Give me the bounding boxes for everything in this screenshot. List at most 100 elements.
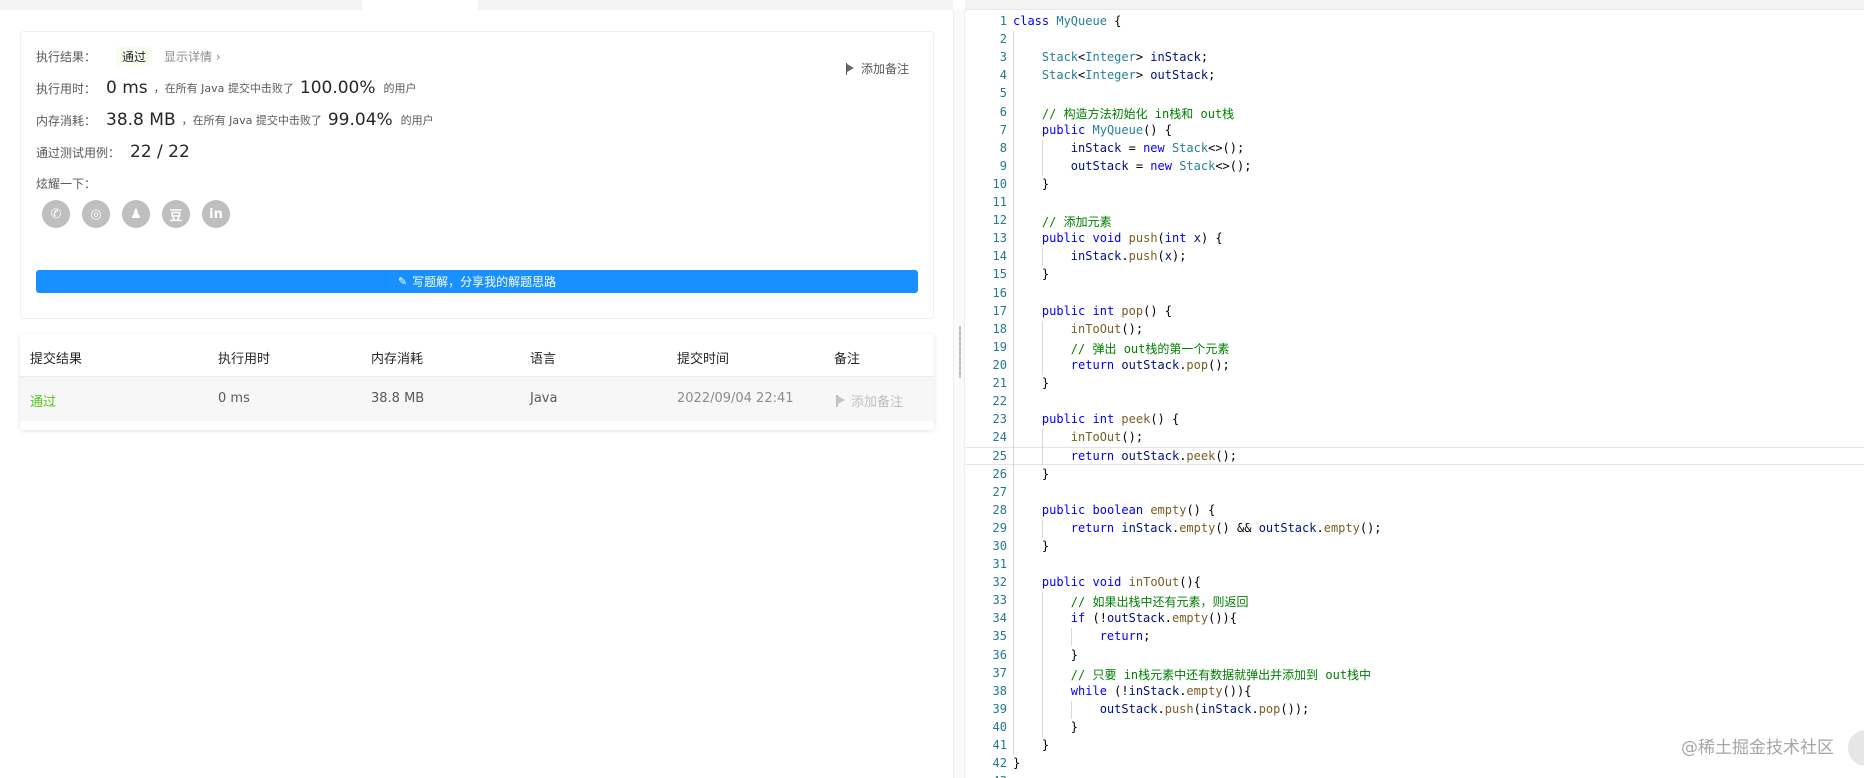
code-line[interactable]: 4 Stack<Integer> outStack;	[965, 67, 1864, 85]
code-text[interactable]: // 构造方法初始化 in栈和 out栈	[1013, 105, 1234, 122]
editor-tab-bar	[965, 0, 1864, 10]
code-text[interactable]: inToOut();	[1013, 322, 1143, 336]
line-number: 2	[999, 32, 1007, 47]
weibo-icon[interactable]: ◎	[82, 200, 110, 228]
code-line[interactable]: 5	[965, 85, 1864, 103]
row-memory: 38.8 MB	[371, 391, 425, 406]
code-text[interactable]: }	[1013, 467, 1049, 481]
code-text[interactable]: public void push(int x) {	[1013, 231, 1223, 245]
code-text[interactable]: while (!inStack.empty()){	[1013, 684, 1252, 698]
code-text[interactable]: // 如果出栈中还有元素，则返回	[1013, 593, 1249, 610]
code-text[interactable]: return;	[1013, 629, 1151, 643]
code-line[interactable]: 25 return outStack.peek();	[965, 447, 1864, 466]
code-line[interactable]: 8 inStack = new Stack<>();	[965, 140, 1864, 158]
code-line[interactable]: 28 public boolean empty() {	[965, 502, 1864, 520]
code-text[interactable]: Stack<Integer> inStack;	[1013, 50, 1208, 64]
panel-splitter[interactable]	[953, 10, 965, 778]
code-text[interactable]: }	[1013, 267, 1049, 281]
code-line[interactable]: 30 }	[965, 538, 1864, 556]
code-text[interactable]: public MyQueue() {	[1013, 123, 1172, 137]
code-line[interactable]: 6 // 构造方法初始化 in栈和 out栈	[965, 104, 1864, 122]
code-line[interactable]: 16	[965, 285, 1864, 303]
code-text[interactable]: // 添加元素	[1013, 213, 1112, 230]
code-line[interactable]: 27	[965, 484, 1864, 502]
write-solution-button[interactable]: ✎ 写题解，分享我的解题思路	[36, 270, 918, 293]
linkedin-icon[interactable]: in	[202, 200, 230, 228]
code-text[interactable]: class MyQueue {	[1013, 14, 1121, 28]
memory-value: 38.8 MB	[106, 110, 176, 130]
code-line[interactable]: 15 }	[965, 266, 1864, 284]
row-result[interactable]: 通过	[30, 391, 56, 410]
code-line[interactable]: 38 while (!inStack.empty()){	[965, 683, 1864, 701]
code-line[interactable]: 9 outStack = new Stack<>();	[965, 158, 1864, 176]
code-text[interactable]: }	[1013, 756, 1020, 770]
code-text[interactable]: inStack = new Stack<>();	[1013, 141, 1244, 155]
code-text[interactable]: inToOut();	[1013, 430, 1143, 444]
code-line[interactable]: 34 if (!outStack.empty()){	[965, 610, 1864, 628]
code-text[interactable]: inStack.push(x);	[1013, 249, 1187, 263]
add-note-button[interactable]: 添加备注	[845, 60, 909, 77]
code-text[interactable]: // 弹出 out栈的第一个元素	[1013, 340, 1230, 357]
code-line[interactable]: 17 public int pop() {	[965, 303, 1864, 321]
show-detail-link[interactable]: 显示详情 ›	[164, 48, 221, 65]
code-line[interactable]: 1 class MyQueue {	[965, 13, 1864, 31]
code-text[interactable]: outStack.push(inStack.pop());	[1013, 702, 1310, 716]
code-line[interactable]: 2	[965, 31, 1864, 49]
code-text[interactable]: if (!outStack.empty()){	[1013, 611, 1237, 625]
line-number: 27	[992, 484, 1007, 499]
code-line[interactable]: 29 return inStack.empty() && outStack.em…	[965, 520, 1864, 538]
code-line[interactable]: 14 inStack.push(x);	[965, 248, 1864, 266]
code-line[interactable]: 35 return;	[965, 628, 1864, 646]
code-line[interactable]: 12 // 添加元素	[965, 212, 1864, 230]
code-line[interactable]: 20 return outStack.pop();	[965, 357, 1864, 375]
code-line[interactable]: 39 outStack.push(inStack.pop());	[965, 701, 1864, 719]
code-line[interactable]: 19 // 弹出 out栈的第一个元素	[965, 339, 1864, 357]
code-text[interactable]: }	[1013, 177, 1049, 191]
code-line[interactable]: 18 inToOut();	[965, 321, 1864, 339]
douban-icon[interactable]: 豆	[162, 200, 190, 228]
code-line[interactable]: 24 inToOut();	[965, 429, 1864, 447]
code-text[interactable]: }	[1013, 648, 1078, 662]
runtime-row: 执行用时： 0 ms ，在所有 Java 提交中击败了 100.00% 的用户	[36, 78, 417, 98]
code-editor[interactable]: 1 class MyQueue {2 3 Stack<Integer> inStac…	[965, 10, 1864, 778]
code-line[interactable]: 10 }	[965, 176, 1864, 194]
qq-icon[interactable]: ♟	[122, 200, 150, 228]
code-text[interactable]: // 只要 in栈元素中还有数据就弹出并添加到 out栈中	[1013, 666, 1371, 683]
code-line[interactable]: 36 }	[965, 647, 1864, 665]
code-line[interactable]: 21 }	[965, 375, 1864, 393]
code-text[interactable]: }	[1013, 720, 1078, 734]
code-text[interactable]: return outStack.pop();	[1013, 358, 1230, 372]
code-text[interactable]: }	[1013, 376, 1049, 390]
code-line[interactable]: 26 }	[965, 466, 1864, 484]
code-text[interactable]: public int peek() {	[1013, 412, 1179, 426]
share-icons: ✆ ◎ ♟ 豆 in	[42, 200, 230, 228]
line-number: 25	[992, 449, 1007, 464]
code-text[interactable]: return outStack.peek();	[1013, 449, 1237, 463]
code-line[interactable]: 3 Stack<Integer> inStack;	[965, 49, 1864, 67]
code-text[interactable]: return inStack.empty() && outStack.empty…	[1013, 521, 1382, 535]
code-text[interactable]: }	[1013, 539, 1049, 553]
code-line[interactable]: 43	[965, 773, 1864, 778]
code-line[interactable]: 11	[965, 194, 1864, 212]
code-line[interactable]: 32 public void inToOut(){	[965, 574, 1864, 592]
code-text[interactable]: Stack<Integer> outStack;	[1013, 68, 1215, 82]
table-row[interactable]: 通过 0 ms 38.8 MB Java 2022/09/04 22:41 添加…	[20, 377, 934, 421]
code-text[interactable]: }	[1013, 738, 1049, 752]
code-line[interactable]: 37 // 只要 in栈元素中还有数据就弹出并添加到 out栈中	[965, 665, 1864, 683]
code-text[interactable]: public void inToOut(){	[1013, 575, 1201, 589]
code-line[interactable]: 23 public int peek() {	[965, 411, 1864, 429]
line-number: 7	[999, 122, 1007, 137]
code-line[interactable]: 13 public void push(int x) {	[965, 230, 1864, 248]
code-text[interactable]: public boolean empty() {	[1013, 503, 1215, 517]
code-line[interactable]: 7 public MyQueue() {	[965, 122, 1864, 140]
wechat-icon[interactable]: ✆	[42, 200, 70, 228]
code-line[interactable]: 22	[965, 393, 1864, 411]
active-tab[interactable]	[362, 0, 478, 10]
code-line[interactable]: 33 // 如果出栈中还有元素，则返回	[965, 592, 1864, 610]
result-card: 执行结果： 通过 显示详情 › 添加备注 执行用时： 0 ms ，在所有 Jav…	[20, 31, 934, 319]
code-text[interactable]: public int pop() {	[1013, 304, 1172, 318]
row-add-note-button[interactable]: 添加备注	[836, 391, 903, 410]
line-number: 31	[992, 557, 1007, 571]
code-text[interactable]: outStack = new Stack<>();	[1013, 159, 1252, 173]
code-line[interactable]: 31	[965, 556, 1864, 574]
